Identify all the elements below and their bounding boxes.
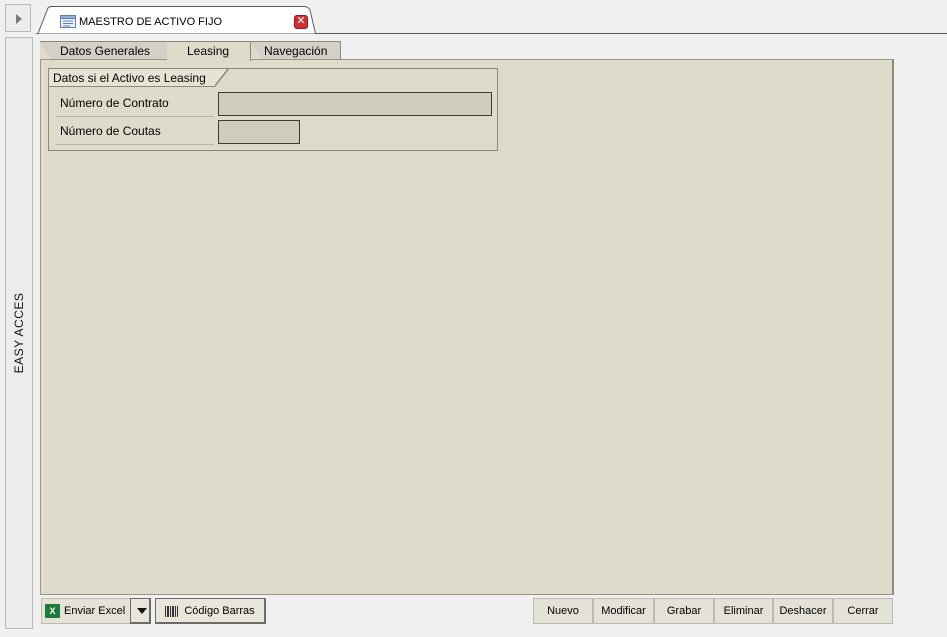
delete-button[interactable]: Eliminar — [714, 598, 773, 624]
barcode-label: Código Barras — [184, 605, 255, 617]
undo-button-label: Deshacer — [779, 605, 827, 617]
send-excel-label: Enviar Excel — [64, 605, 126, 617]
new-button[interactable]: Nuevo — [533, 598, 593, 624]
group-title: Datos si el Activo es Leasing — [49, 69, 229, 87]
modify-button[interactable]: Modificar — [593, 598, 654, 624]
excel-icon: X — [45, 604, 60, 619]
close-button-label: Cerrar — [847, 605, 879, 617]
save-button-label: Grabar — [666, 605, 702, 617]
contract-number-row: Número de Contrato — [56, 92, 492, 118]
installments-label: Número de Coutas — [60, 124, 161, 138]
close-button[interactable]: Cerrar — [833, 598, 893, 624]
field-divider — [56, 116, 214, 117]
close-icon[interactable]: ✕ — [294, 15, 308, 29]
delete-button-label: Eliminar — [723, 605, 764, 617]
tab-datos-generales[interactable]: Datos Generales — [40, 41, 173, 61]
modify-button-label: Modificar — [601, 605, 646, 617]
new-button-label: Nuevo — [547, 605, 579, 617]
contract-number-field[interactable] — [218, 92, 492, 116]
chevron-right-icon — [16, 14, 22, 24]
tab-leasing[interactable]: Leasing — [167, 41, 251, 61]
send-excel-dropdown[interactable] — [130, 598, 151, 624]
field-divider — [56, 144, 214, 145]
leasing-group-box: Datos si el Activo es Leasing Número de … — [48, 68, 498, 151]
barcode-icon — [165, 605, 179, 617]
contract-number-label: Número de Contrato — [60, 96, 169, 110]
installments-field[interactable] — [218, 120, 300, 144]
section-tabs: Datos Generales Leasing Navegación — [40, 41, 360, 61]
tab-navegacion[interactable]: Navegación — [251, 41, 341, 61]
tab-label: Datos Generales — [60, 44, 151, 58]
undo-button[interactable]: Deshacer — [773, 598, 833, 624]
document-tab-title: MAESTRO DE ACTIVO FIJO — [79, 16, 223, 28]
document-tab[interactable]: MAESTRO DE ACTIVO FIJO ✕ — [38, 6, 316, 34]
tab-label: Navegación — [264, 44, 328, 58]
tab-label: Leasing — [187, 44, 230, 58]
easy-access-panel[interactable]: EASY ACCES — [5, 37, 33, 629]
form-window-icon — [60, 15, 76, 28]
easy-access-label: EASY ACCES — [12, 292, 26, 374]
sidebar-toggle-button[interactable] — [5, 4, 31, 32]
barcode-button[interactable]: Código Barras — [155, 598, 266, 624]
dropdown-arrow-icon — [137, 608, 147, 614]
installments-row: Número de Coutas — [56, 120, 492, 146]
send-excel-button[interactable]: X Enviar Excel — [41, 598, 131, 624]
save-button[interactable]: Grabar — [654, 598, 714, 624]
